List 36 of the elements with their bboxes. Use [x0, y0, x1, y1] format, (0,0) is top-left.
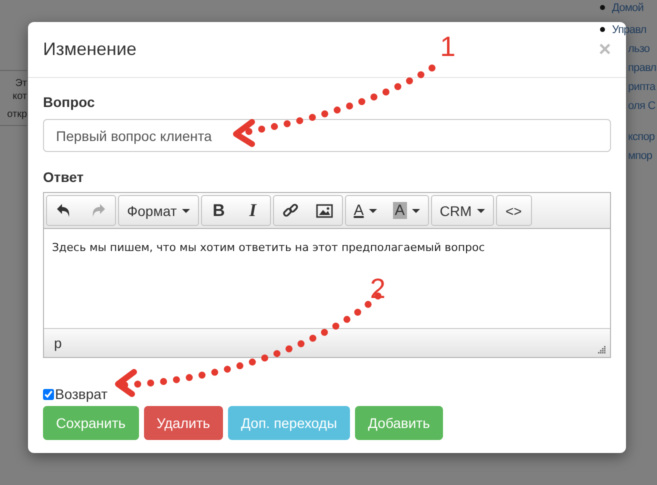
menu-link[interactable]: Домой: [612, 2, 644, 14]
element-path: p: [54, 335, 62, 351]
undo-icon: [56, 203, 72, 218]
menu-link[interactable]: правл: [628, 62, 656, 74]
background-color-button[interactable]: A: [384, 196, 428, 225]
resize-handle-icon[interactable]: [598, 346, 606, 354]
close-button[interactable]: ×: [598, 38, 611, 62]
action-button[interactable]: Сохранить: [43, 406, 139, 440]
checkbox[interactable]: [43, 388, 54, 400]
editor-text: Здесь мы пишем, что мы хотим ответить на этот предполагаемый вопрос: [52, 241, 486, 254]
field-label: Вопрос: [43, 94, 96, 110]
code-button[interactable]: <>: [496, 196, 531, 225]
text-color-button[interactable]: A: [346, 196, 385, 225]
checkbox-label: Возврат: [55, 386, 108, 402]
menu-link[interactable]: кспор: [628, 130, 655, 142]
link-icon: [282, 202, 300, 219]
dropdown-button[interactable]: Формат: [119, 196, 198, 225]
bold-button[interactable]: B: [202, 196, 236, 225]
table-text: откр: [7, 108, 27, 121]
menu-link[interactable]: рипта: [628, 80, 656, 92]
annotation-number: 1: [440, 31, 456, 62]
action-button[interactable]: Удалить: [144, 406, 224, 440]
menu-link[interactable]: оля С: [628, 100, 656, 112]
image-icon: [316, 204, 334, 218]
menu-link[interactable]: льзо: [628, 42, 650, 54]
dropdown-button[interactable]: CRM: [432, 196, 493, 225]
action-button[interactable]: Доп. переходы: [228, 406, 350, 440]
italic-button[interactable]: I: [236, 196, 270, 225]
action-button[interactable]: Добавить: [355, 406, 443, 440]
table-text: кот: [12, 90, 27, 103]
input-field[interactable]: Первый вопрос клиента: [43, 119, 611, 152]
redo-icon: [90, 203, 106, 218]
dialog-title: Изменение: [43, 39, 137, 60]
field-label: Ответ: [43, 169, 85, 185]
table-text: Эт: [15, 77, 27, 90]
menu-link[interactable]: мпор: [628, 150, 652, 162]
